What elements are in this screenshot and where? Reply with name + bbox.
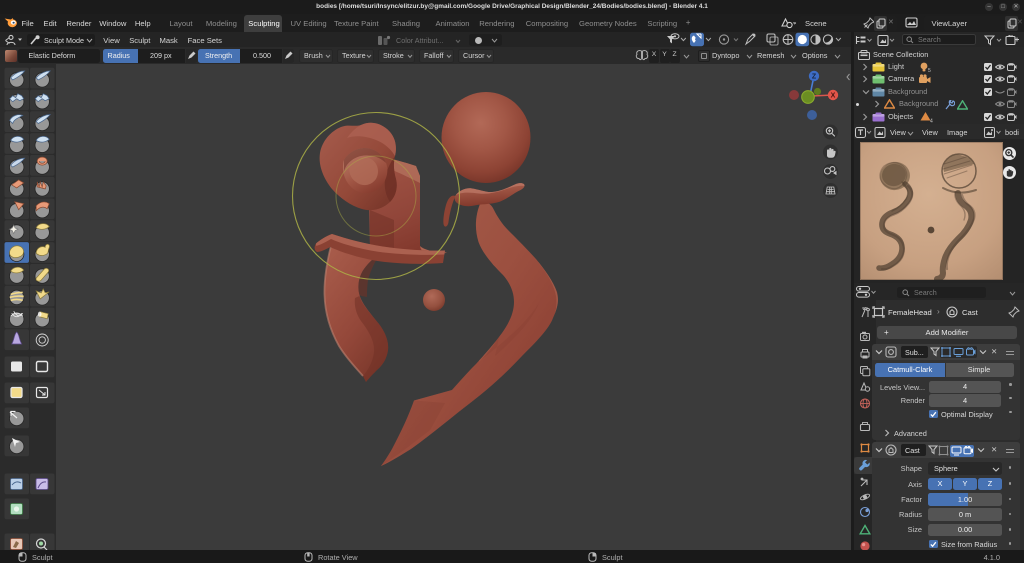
svg-text:5: 5 (928, 68, 931, 73)
svg-text:4: 4 (930, 119, 933, 124)
svg-text:X: X (831, 93, 836, 100)
svg-text:Z: Z (812, 74, 817, 81)
